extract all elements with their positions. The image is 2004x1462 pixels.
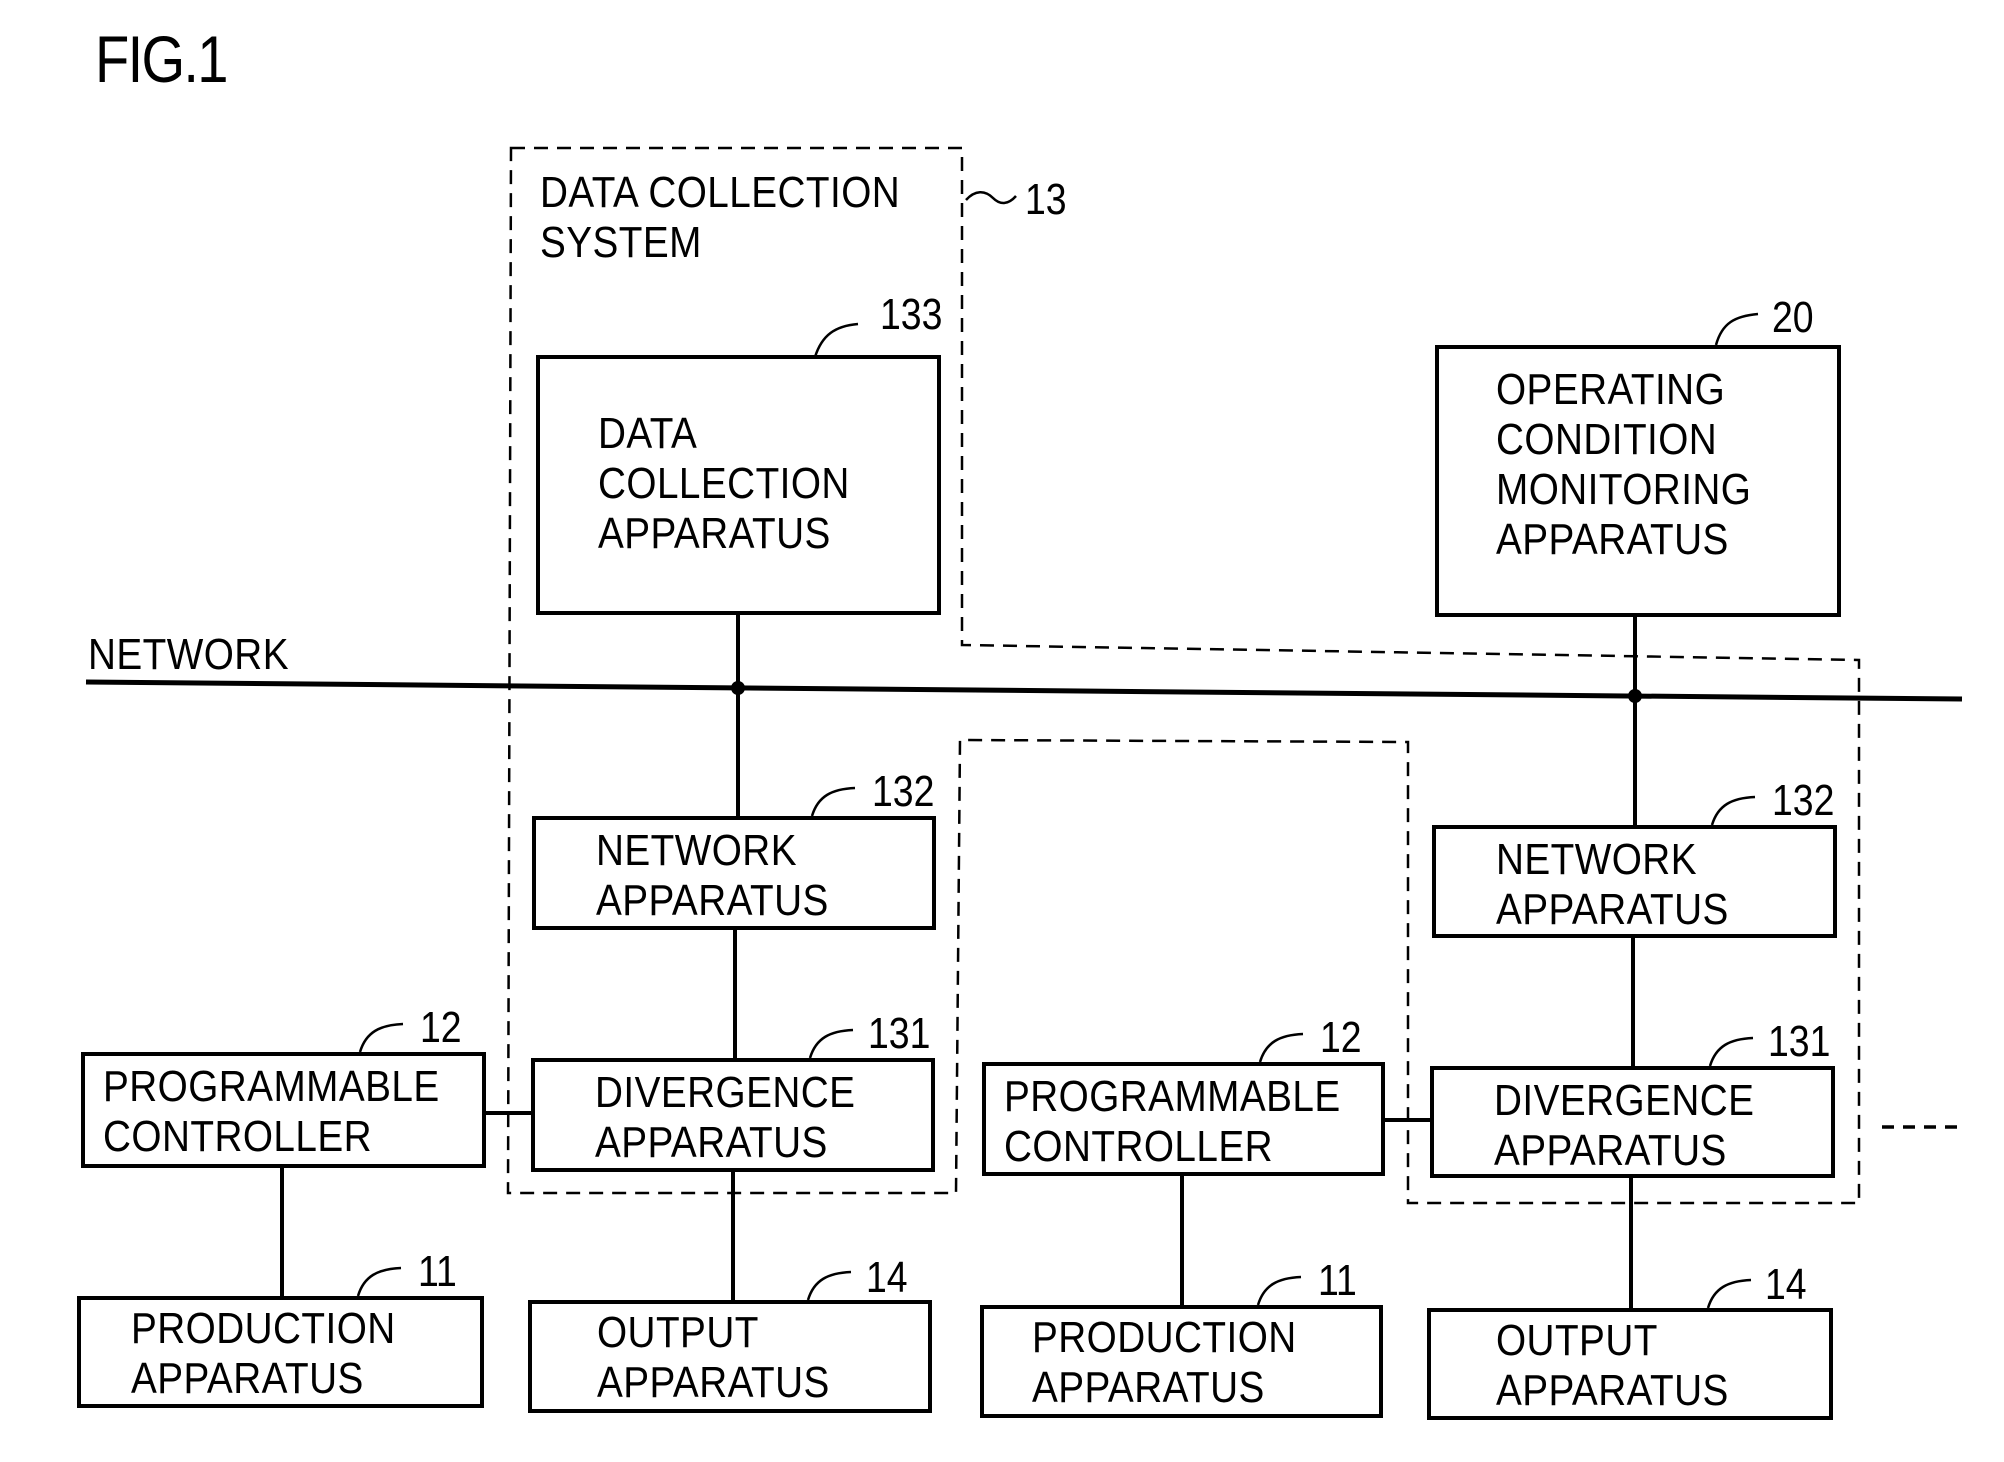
system-label: DATA COLLECTION SYSTEM	[540, 168, 901, 267]
data-collection-system-boundary	[506, 146, 1861, 1205]
leader-11-left	[356, 1266, 402, 1297]
network-apparatus-right[interactable]: NETWORK APPARATUS	[1432, 825, 1837, 938]
network-line	[85, 679, 1963, 702]
ref-20: 20	[1772, 293, 1814, 342]
ref-132-left: 132	[872, 767, 935, 816]
leader-12-right	[1258, 1032, 1304, 1063]
leader-132-left	[810, 786, 856, 817]
output-apparatus-left[interactable]: OUTPUT APPARATUS	[528, 1300, 932, 1413]
leader-12-left	[358, 1022, 404, 1053]
programmable-controller-left[interactable]: PROGRAMMABLE CONTROLLER	[81, 1052, 486, 1168]
figure-title: FIG.1	[95, 22, 228, 96]
leader-131-left	[808, 1028, 854, 1059]
divergence-apparatus-right[interactable]: DIVERGENCE APPARATUS	[1430, 1066, 1835, 1178]
monitoring-apparatus-label: OPERATING CONDITION MONITORING APPARATUS	[1496, 365, 1752, 564]
data-collection-apparatus[interactable]: DATA COLLECTION APPARATUS	[536, 355, 941, 615]
network-apparatus-right-label: NETWORK APPARATUS	[1496, 835, 1729, 934]
network-label: NETWORK	[88, 630, 289, 679]
ref-133: 133	[880, 290, 943, 339]
leader-13	[965, 191, 1017, 205]
programmable-controller-left-label: PROGRAMMABLE CONTROLLER	[103, 1062, 440, 1161]
network-apparatus-left-label: NETWORK APPARATUS	[596, 826, 829, 925]
leader-20	[1714, 312, 1759, 346]
ref-131-left: 131	[868, 1009, 931, 1058]
leader-133	[813, 322, 859, 358]
divergence-apparatus-left[interactable]: DIVERGENCE APPARATUS	[531, 1058, 935, 1172]
programmable-controller-right-label: PROGRAMMABLE CONTROLLER	[1004, 1072, 1341, 1171]
ref-131-right: 131	[1768, 1017, 1831, 1066]
programmable-controller-right[interactable]: PROGRAMMABLE CONTROLLER	[982, 1062, 1385, 1176]
diagram-canvas	[85, 146, 1963, 1309]
leader-131-right	[1708, 1036, 1754, 1067]
ref-12-right: 12	[1320, 1013, 1362, 1062]
production-apparatus-right[interactable]: PRODUCTION APPARATUS	[980, 1305, 1383, 1418]
production-apparatus-left[interactable]: PRODUCTION APPARATUS	[77, 1296, 484, 1408]
output-apparatus-right[interactable]: OUTPUT APPARATUS	[1427, 1308, 1833, 1420]
divergence-apparatus-left-label: DIVERGENCE APPARATUS	[595, 1068, 856, 1167]
divergence-apparatus-right-label: DIVERGENCE APPARATUS	[1494, 1076, 1755, 1175]
operating-condition-monitoring-apparatus[interactable]: OPERATING CONDITION MONITORING APPARATUS	[1435, 345, 1841, 617]
data-collection-apparatus-label: DATA COLLECTION APPARATUS	[598, 409, 850, 558]
production-apparatus-right-label: PRODUCTION APPARATUS	[1032, 1313, 1297, 1412]
production-apparatus-left-label: PRODUCTION APPARATUS	[131, 1304, 396, 1403]
ref-13: 13	[1025, 175, 1067, 224]
output-apparatus-right-label: OUTPUT APPARATUS	[1496, 1316, 1729, 1415]
leader-14-left	[806, 1270, 852, 1301]
ref-12-left: 12	[420, 1003, 462, 1052]
ref-11-right: 11	[1318, 1256, 1357, 1305]
ref-14-right: 14	[1765, 1260, 1807, 1309]
network-apparatus-left[interactable]: NETWORK APPARATUS	[532, 816, 936, 930]
leader-11-right	[1256, 1275, 1302, 1306]
ref-11-left: 11	[418, 1247, 457, 1296]
leader-132-right	[1710, 795, 1756, 826]
output-apparatus-left-label: OUTPUT APPARATUS	[597, 1308, 830, 1407]
leader-14-right	[1706, 1278, 1752, 1309]
ref-14-left: 14	[866, 1253, 908, 1302]
ref-132-right: 132	[1772, 776, 1835, 825]
